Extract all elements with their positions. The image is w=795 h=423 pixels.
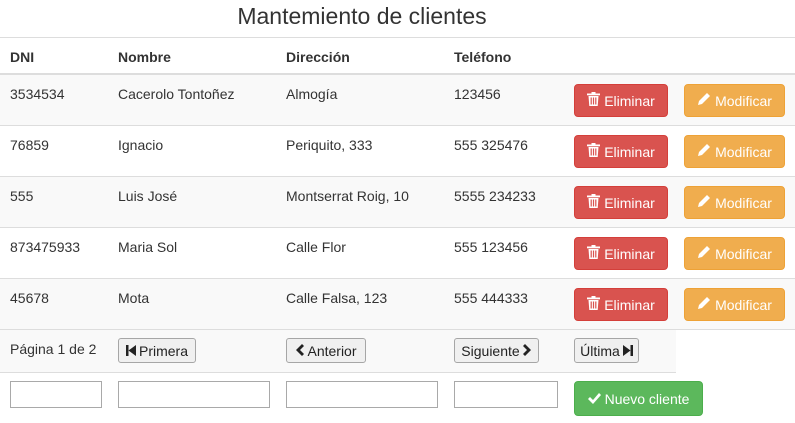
table-row: 76859 Ignacio Periquito, 333 555 325476 …	[0, 126, 795, 177]
edit-button[interactable]: Modificar	[684, 288, 785, 321]
dni-input[interactable]	[10, 381, 102, 408]
cell-dni: 873475933	[10, 239, 81, 255]
delete-button[interactable]: Eliminar	[574, 186, 668, 219]
direccion-input[interactable]	[286, 381, 438, 408]
table-row: 555 Luis José Montserrat Roig, 10 5555 2…	[0, 177, 795, 228]
cell-dni: 3534534	[10, 86, 65, 102]
delete-label: Eliminar	[604, 245, 655, 262]
cell-telefono: 5555 234233	[454, 188, 536, 204]
delete-label: Eliminar	[604, 194, 655, 211]
pagination-row: Página 1 de 2 Primera Anterior Siguiente…	[0, 330, 676, 373]
next-page-button[interactable]: Siguiente	[454, 338, 539, 363]
trash-icon	[587, 296, 601, 313]
pencil-icon	[697, 296, 711, 313]
cell-nombre: Luis José	[118, 188, 178, 204]
first-page-label: Primera	[138, 342, 188, 359]
cell-dni: 76859	[10, 137, 49, 153]
step-backward-icon	[125, 343, 136, 359]
cell-direccion: Calle Falsa, 123	[286, 290, 388, 306]
delete-button[interactable]: Eliminar	[574, 288, 668, 321]
pencil-icon	[697, 194, 711, 211]
delete-button[interactable]: Eliminar	[574, 84, 668, 117]
cell-telefono: 555 325476	[454, 137, 528, 153]
edit-button[interactable]: Modificar	[684, 135, 785, 168]
cell-direccion: Montserrat Roig, 10	[286, 188, 409, 204]
telefono-input[interactable]	[454, 381, 558, 408]
edit-button[interactable]: Modificar	[684, 186, 785, 219]
last-page-label: Última	[580, 342, 620, 359]
last-page-button[interactable]: Última	[574, 338, 639, 363]
cell-direccion: Almogía	[286, 86, 338, 102]
next-page-label: Siguiente	[461, 342, 520, 359]
header-telefono: Teléfono	[454, 49, 512, 65]
edit-label: Modificar	[715, 245, 772, 262]
edit-button[interactable]: Modificar	[684, 84, 785, 117]
page-title: Mantemiento de clientes	[237, 3, 487, 29]
prev-page-button[interactable]: Anterior	[286, 338, 366, 363]
check-icon	[587, 391, 601, 407]
new-client-button[interactable]: Nuevo cliente	[574, 381, 703, 416]
nombre-input[interactable]	[118, 381, 270, 408]
cell-nombre: Maria Sol	[118, 239, 178, 255]
cell-nombre: Ignacio	[118, 137, 164, 153]
table-row: 3534534 Cacerolo Tontoñez Almogía 123456…	[0, 75, 795, 126]
cell-nombre: Mota	[118, 290, 150, 306]
delete-button[interactable]: Eliminar	[574, 135, 668, 168]
cell-direccion: Calle Flor	[286, 239, 346, 255]
first-page-button[interactable]: Primera	[118, 338, 196, 363]
edit-label: Modificar	[715, 92, 772, 109]
cell-nombre: Cacerolo Tontoñez	[118, 86, 235, 102]
table-header-row: DNI Nombre Dirección Teléfono	[0, 37, 795, 75]
page-status: Página 1 de 2	[10, 341, 97, 357]
header-direccion: Dirección	[286, 49, 350, 65]
new-client-row: Nuevo cliente	[0, 373, 795, 423]
cell-dni: 45678	[10, 290, 49, 306]
edit-label: Modificar	[715, 194, 772, 211]
cell-dni: 555	[10, 188, 34, 204]
edit-label: Modificar	[715, 296, 772, 313]
header-dni: DNI	[10, 49, 35, 65]
trash-icon	[587, 92, 601, 109]
edit-label: Modificar	[715, 143, 772, 160]
cell-telefono: 555 444333	[454, 290, 528, 306]
chevron-left-icon	[295, 343, 305, 359]
delete-label: Eliminar	[604, 143, 655, 160]
trash-icon	[587, 194, 601, 211]
new-client-label: Nuevo cliente	[604, 390, 690, 407]
cell-direccion: Periquito, 333	[286, 137, 373, 153]
header-nombre: Nombre	[118, 49, 171, 65]
cell-telefono: 555 123456	[454, 239, 528, 255]
pencil-icon	[697, 92, 711, 109]
step-forward-icon	[622, 343, 633, 359]
cell-telefono: 123456	[454, 86, 501, 102]
delete-button[interactable]: Eliminar	[574, 237, 668, 270]
pencil-icon	[697, 143, 711, 160]
delete-label: Eliminar	[604, 92, 655, 109]
trash-icon	[587, 245, 601, 262]
prev-page-label: Anterior	[307, 342, 357, 359]
table-row: 45678 Mota Calle Falsa, 123 555 444333 E…	[0, 279, 795, 330]
chevron-right-icon	[522, 343, 532, 359]
pencil-icon	[697, 245, 711, 262]
edit-button[interactable]: Modificar	[684, 237, 785, 270]
delete-label: Eliminar	[604, 296, 655, 313]
table-row: 873475933 Maria Sol Calle Flor 555 12345…	[0, 228, 795, 279]
trash-icon	[587, 143, 601, 160]
